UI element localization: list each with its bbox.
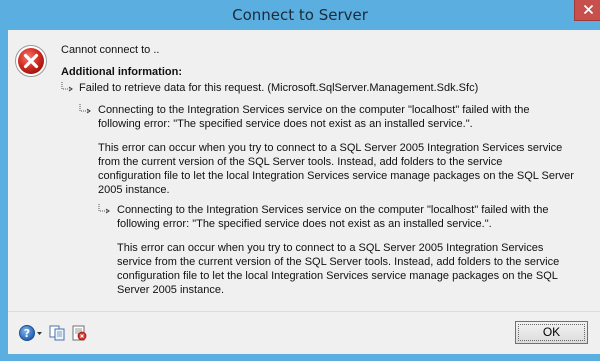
window-title: Connect to Server [232,6,368,24]
help-button[interactable]: ? [18,324,44,342]
copy-icon [49,325,65,341]
additional-info-label: Additional information: [61,66,182,78]
tree-arrow-icon [61,82,73,92]
level3-error-line1: Connecting to the Integration Services s… [117,204,549,216]
level2-error-line1: Connecting to the Integration Services s… [98,104,530,116]
window-bottom-border [8,354,600,361]
svg-text:?: ? [24,327,30,340]
show-technical-details-button[interactable] [70,324,88,342]
message-area: Cannot connect to .. Additional informat… [8,30,600,311]
level2-detail-line3: configuration file to let the local Inte… [98,170,574,182]
error-icon [15,45,47,77]
ok-button[interactable]: OK [515,321,588,344]
close-button[interactable] [574,0,600,21]
level3-detail-line1: This error can occur when you try to con… [117,242,544,254]
level3-detail-line2: service from the current version of the … [117,256,560,268]
dialog-body: Cannot connect to .. Additional informat… [8,30,600,361]
error-headline: Cannot connect to .. [61,44,160,56]
help-icon: ? [19,325,42,341]
level1-error-text: Failed to retrieve data for this request… [79,82,479,94]
level3-detail-line4: Server 2005 instance. [117,284,225,296]
dialog-footer: ? OK [8,311,600,354]
tree-arrow-icon [79,104,91,114]
title-bar[interactable]: Connect to Server [0,0,600,30]
connect-to-server-dialog: Connect to Server Cannot connect to .. A… [0,0,600,361]
level2-detail-line2: from the current version of the SQL Serv… [98,156,503,168]
tree-arrow-icon [98,204,110,214]
level2-detail-line4: 2005 instance. [98,184,170,196]
show-details-icon [72,325,87,341]
level3-detail-line3: configuration file to let the local Inte… [117,270,558,282]
level3-error-line2: following error: "The specified service … [117,218,492,230]
copy-message-button[interactable] [48,324,66,342]
chevron-down-icon [37,332,42,335]
close-icon [584,5,593,14]
level2-error-line2: following error: "The specified service … [98,118,473,130]
level2-detail-line1: This error can occur when you try to con… [98,142,563,154]
